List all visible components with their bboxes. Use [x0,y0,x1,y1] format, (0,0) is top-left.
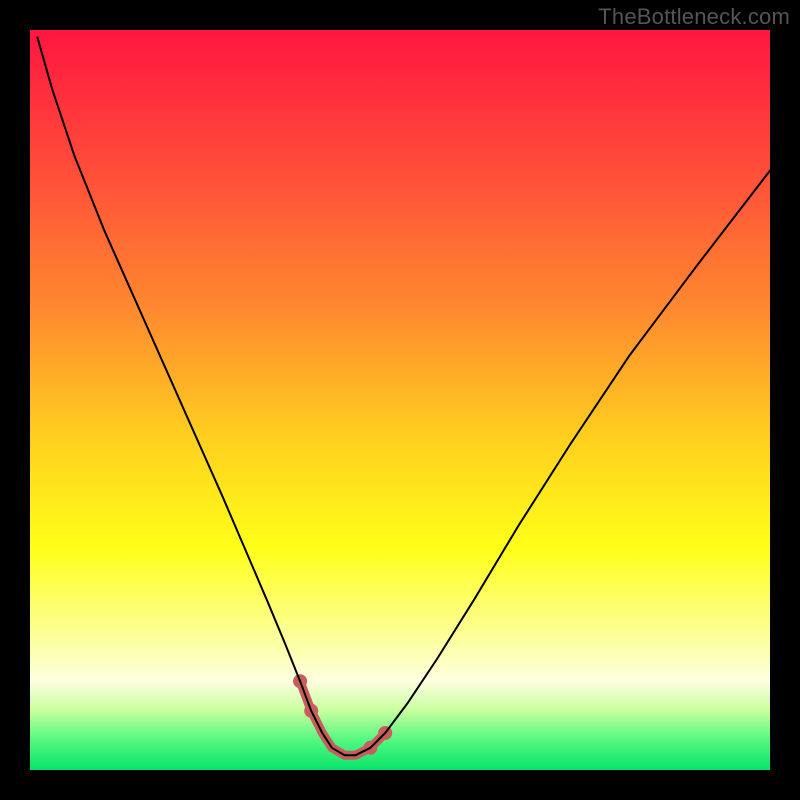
chart-frame: TheBottleneck.com [0,0,800,800]
bottleneck-chart [30,30,770,770]
plot-area [30,30,770,770]
watermark-text: TheBottleneck.com [598,4,790,30]
gradient-background [30,30,770,770]
